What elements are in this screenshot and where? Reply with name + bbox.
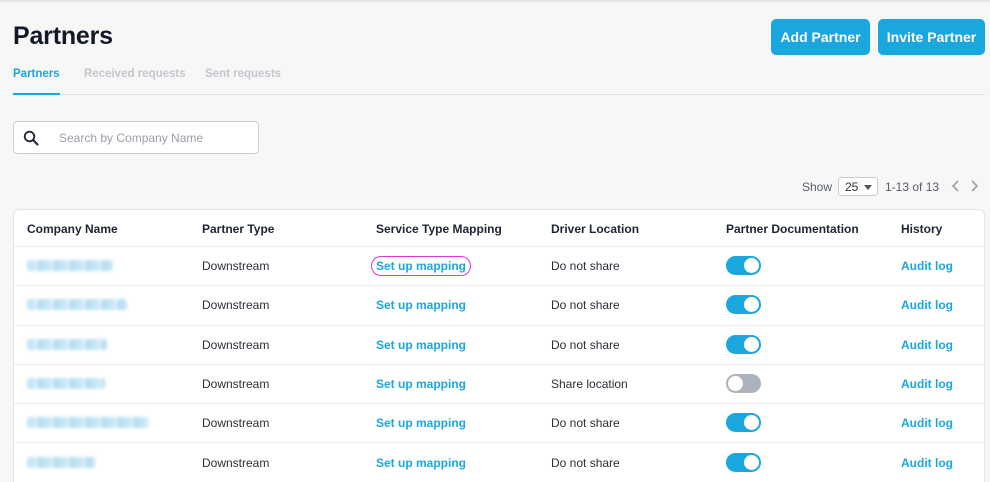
header-history: History — [901, 222, 943, 236]
driver-location-cell: Share location — [551, 376, 628, 391]
redacted-company-name[interactable] — [27, 299, 127, 311]
table-header-row: Company Name Partner Type Service Type M… — [14, 210, 984, 247]
partner-documentation-toggle[interactable] — [726, 256, 761, 275]
header-driver-location: Driver Location — [551, 222, 640, 236]
partner-type-cell: Downstream — [202, 455, 270, 470]
set-up-mapping-link[interactable]: Set up mapping — [376, 456, 466, 470]
redacted-company-name[interactable] — [27, 456, 95, 468]
set-up-mapping-link[interactable]: Set up mapping — [376, 338, 466, 352]
partner-type-cell: Downstream — [202, 259, 270, 273]
caret-down-icon — [864, 185, 872, 190]
toggle-knob — [744, 258, 759, 273]
redacted-company-name[interactable] — [27, 338, 107, 350]
page-size-value: 25 — [845, 179, 859, 194]
table-row: Downstream Set up mapping Do not share Audi… — [14, 444, 984, 482]
partner-type-cell: Downstream — [202, 337, 270, 352]
chevron-right-icon[interactable] — [967, 178, 981, 194]
table-row: Downstream Set up mapping Share location Au… — [14, 365, 984, 405]
tab-bar: Partners Received requests Sent requests — [13, 68, 985, 95]
partner-documentation-toggle[interactable] — [726, 334, 761, 354]
partner-documentation-toggle[interactable] — [726, 295, 761, 315]
tab-sent-requests[interactable]: Sent requests — [205, 68, 281, 95]
audit-log-link[interactable]: Audit log — [901, 377, 953, 391]
audit-log-link[interactable]: Audit log — [901, 259, 953, 273]
redacted-company-name[interactable] — [27, 417, 149, 429]
driver-location-cell: Do not share — [551, 337, 620, 352]
header-company-name: Company Name — [27, 222, 118, 236]
driver-location-cell: Do not share — [551, 259, 620, 273]
page-title: Partners — [13, 22, 113, 50]
header-service-type-mapping: Service Type Mapping — [376, 222, 502, 236]
add-partner-button[interactable]: Add Partner — [771, 19, 870, 55]
chevron-left-icon[interactable] — [949, 178, 963, 194]
table-row: Downstream Set up mapping Do not share Audi… — [14, 326, 984, 365]
audit-log-link[interactable]: Audit log — [901, 416, 953, 430]
redacted-company-name[interactable] — [27, 377, 105, 389]
search-box[interactable] — [13, 121, 259, 154]
toggle-knob — [744, 454, 759, 470]
redacted-company-name[interactable] — [27, 260, 113, 271]
audit-log-link[interactable]: Audit log — [901, 338, 953, 352]
table-row: Downstream Set up mapping Do not share Audi… — [14, 247, 984, 287]
pager-range: 1-13 of 13 — [885, 180, 940, 194]
partner-documentation-toggle[interactable] — [726, 452, 761, 472]
table-row: Downstream Set up mapping Do not share Audi… — [14, 404, 984, 444]
audit-log-link[interactable]: Audit log — [901, 456, 953, 470]
driver-location-cell: Do not share — [551, 416, 620, 431]
tab-received-requests[interactable]: Received requests — [84, 68, 186, 95]
set-up-mapping-link[interactable]: Set up mapping — [376, 298, 466, 312]
search-input[interactable] — [59, 130, 249, 145]
set-up-mapping-link[interactable]: Set up mapping — [376, 377, 466, 391]
toggle-knob — [744, 336, 759, 352]
set-up-mapping-link[interactable]: Set up mapping — [376, 416, 466, 430]
audit-log-link[interactable]: Audit log — [901, 298, 953, 312]
partner-documentation-toggle[interactable] — [726, 373, 761, 393]
driver-location-cell: Do not share — [551, 455, 620, 470]
table-row: Downstream Set up mapping Do not share Audi… — [14, 286, 984, 326]
header-partner-type: Partner Type — [202, 222, 275, 236]
driver-location-cell: Do not share — [551, 298, 620, 313]
partner-type-cell: Downstream — [202, 376, 270, 391]
toggle-knob — [744, 297, 759, 313]
pager-show-label: Show — [802, 180, 833, 194]
partner-type-cell: Downstream — [202, 298, 270, 313]
partner-type-cell: Downstream — [202, 416, 270, 431]
tab-partners[interactable]: Partners — [13, 68, 60, 95]
page-size-select[interactable]: 25 — [838, 177, 878, 196]
set-up-mapping-link[interactable]: Set up mapping — [371, 256, 471, 276]
toggle-knob — [728, 375, 743, 391]
partner-documentation-toggle[interactable] — [726, 413, 761, 433]
header-partner-documentation: Partner Documentation — [726, 222, 859, 236]
search-icon — [23, 130, 39, 145]
top-border — [0, 0, 990, 2]
toggle-knob — [744, 415, 759, 431]
partners-table: Company Name Partner Type Service Type M… — [13, 209, 985, 482]
invite-partner-button[interactable]: Invite Partner — [878, 19, 985, 55]
